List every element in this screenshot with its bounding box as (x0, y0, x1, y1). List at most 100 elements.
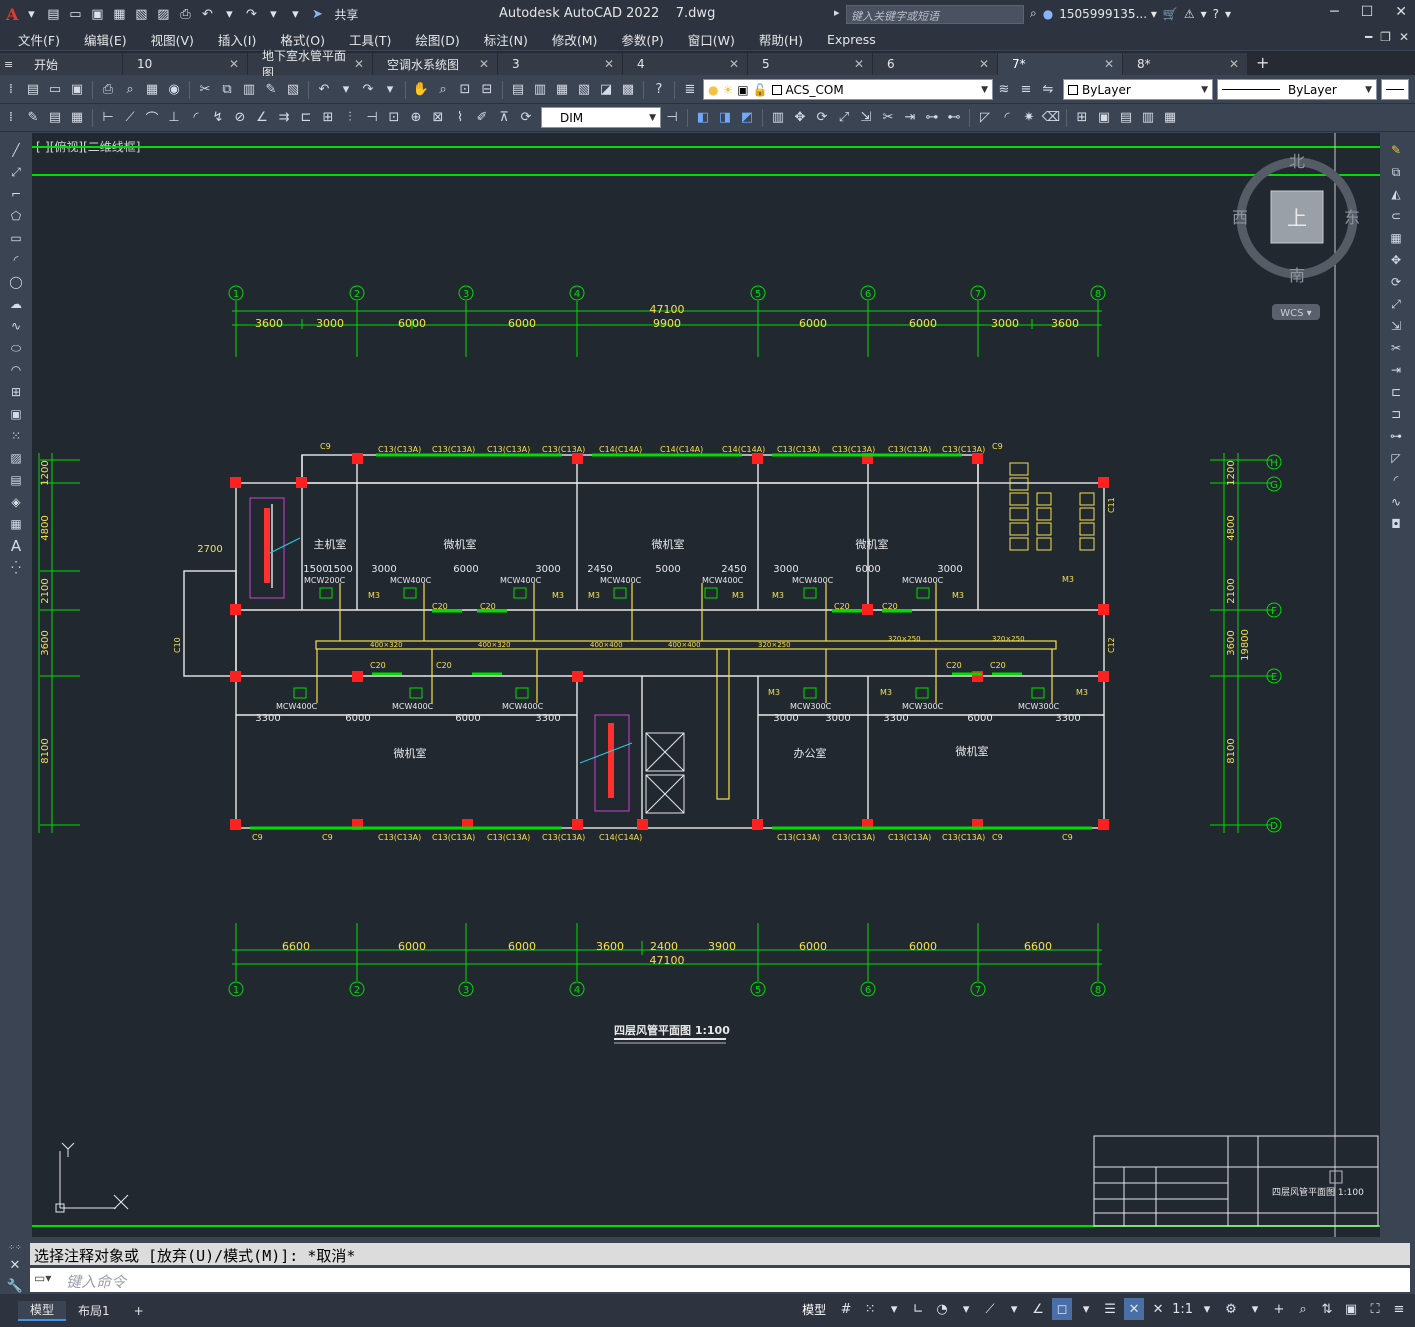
annotation-monitor-icon[interactable]: + (1269, 1298, 1289, 1320)
undo-dropdown-icon[interactable]: ▾ (220, 5, 238, 23)
user-icon[interactable]: ● (1043, 7, 1053, 21)
offset-icon[interactable]: ⊂ (1386, 207, 1406, 225)
copy-icon[interactable]: ⧉ (217, 80, 237, 100)
object-snap-dropdown-icon[interactable]: ▾ (1076, 1298, 1096, 1320)
search-icon[interactable]: ⌕ (1030, 6, 1037, 21)
redo-icon[interactable]: ↷ (358, 80, 378, 100)
blend-icon[interactable]: ∿ (1386, 493, 1406, 511)
gradient-icon[interactable]: ▤ (6, 471, 26, 489)
menu-express[interactable]: Express (827, 32, 876, 47)
undo-dropdown-icon[interactable]: ▾ (336, 80, 356, 100)
customize-qat-icon[interactable]: ▾ (286, 5, 304, 23)
erase-icon[interactable]: ⌫ (1041, 108, 1061, 128)
save-as-icon[interactable]: ▦ (110, 5, 128, 23)
polygon-icon[interactable]: ⬠ (6, 207, 26, 225)
extend-icon[interactable]: ⇥ (900, 108, 920, 128)
toolbar-grip-icon[interactable]: ⁞ (1, 108, 21, 128)
trim-icon[interactable]: ✂ (878, 108, 898, 128)
isodraft-dropdown-icon[interactable]: ▾ (1004, 1298, 1024, 1320)
circle-icon[interactable]: ◯ (6, 273, 26, 291)
erase-icon[interactable]: ✎ (1386, 141, 1406, 159)
viewcube[interactable]: 上 北 南 东 西 WCS ▾ (1232, 152, 1360, 320)
properties-icon[interactable]: ▤ (508, 80, 528, 100)
block-editor-icon[interactable]: ▧ (283, 80, 303, 100)
clean-screen-icon[interactable]: ⛶ (1365, 1298, 1385, 1320)
save-icon[interactable]: ▣ (88, 5, 106, 23)
ordinate-dim-icon[interactable]: ⊥ (164, 108, 184, 128)
fillet-icon[interactable]: ◜ (997, 108, 1017, 128)
tab-basement-water[interactable]: 地下室水管平面图 ✕ (248, 49, 372, 80)
copy-object-icon[interactable]: ◧ (693, 108, 713, 128)
search-arrow-icon[interactable]: ▸ (834, 6, 840, 19)
app-logo[interactable]: A (6, 5, 18, 24)
add-layout-button[interactable]: + (122, 1301, 156, 1321)
pan-icon[interactable]: ✋ (411, 80, 431, 100)
insert-block-icon[interactable]: ⊞ (1072, 108, 1092, 128)
polar-dropdown-icon[interactable]: ▾ (956, 1298, 976, 1320)
tab-3[interactable]: 3 ✕ (498, 53, 622, 75)
minimize-icon[interactable]: ─ (1330, 4, 1338, 20)
new-file-icon[interactable]: ▤ (44, 5, 62, 23)
lineweight-icon[interactable]: ☰ (1100, 1298, 1120, 1320)
units-icon[interactable]: ⌕ (1293, 1298, 1313, 1320)
tab-close-icon[interactable]: ✕ (979, 57, 989, 71)
annotation-scale-dropdown-icon[interactable]: ▾ (1197, 1298, 1217, 1320)
tab-close-icon[interactable]: ✕ (354, 57, 364, 71)
wblock-icon[interactable]: ▤ (1116, 108, 1136, 128)
share-button[interactable]: 共享 (334, 6, 358, 23)
aligned-dim-icon[interactable]: ⟋ (120, 108, 140, 128)
make-block-icon[interactable]: ▣ (6, 405, 26, 423)
undo-icon[interactable]: ↶ (314, 80, 334, 100)
offset-icon[interactable]: ◩ (737, 108, 757, 128)
rectangle-icon[interactable]: ▭ (6, 229, 26, 247)
jogged-linear-icon[interactable]: ⌇ (450, 108, 470, 128)
user-name[interactable]: 1505999135... ▾ (1059, 7, 1157, 21)
array-icon[interactable]: ▥ (768, 108, 788, 128)
layer-properties-icon[interactable]: ≣ (680, 80, 700, 100)
tab-5[interactable]: 5 ✕ (748, 53, 872, 75)
image-icon[interactable]: ▦ (1160, 108, 1180, 128)
menu-dimension[interactable]: 标注(N) (484, 30, 528, 49)
mirror-icon[interactable]: ◭ (1386, 185, 1406, 203)
dim-edit-icon[interactable]: ✐ (472, 108, 492, 128)
close-command-icon[interactable]: ✕ (10, 1258, 21, 1273)
polar-icon[interactable]: ◔ (932, 1298, 952, 1320)
maximize-icon[interactable]: ☐ (1361, 4, 1374, 20)
linetype-dropdown[interactable]: ByLayer ▼ (1217, 79, 1377, 100)
tab-close-icon[interactable]: ✕ (1229, 57, 1239, 71)
edit-text-icon[interactable]: ✎ (23, 108, 43, 128)
markup-icon[interactable]: ◪ (596, 80, 616, 100)
menu-help[interactable]: 帮助(H) (759, 30, 803, 49)
chamfer-icon[interactable]: ◸ (1386, 449, 1406, 467)
drawing-canvas[interactable]: [-][俯视][二维线框] 上 北 南 东 西 WCS ▾ 47100 3600… (32, 133, 1380, 1237)
join-icon[interactable]: ⊶ (1386, 427, 1406, 445)
help-icon[interactable]: ? (649, 80, 669, 100)
diameter-dim-icon[interactable]: ⊘ (230, 108, 250, 128)
grip-icon[interactable]: ⁘⁘ (8, 1243, 21, 1252)
lineweight-dropdown[interactable] (1381, 79, 1409, 100)
revcloud-icon[interactable]: ☁ (6, 295, 26, 313)
quickcalc-icon[interactable]: ▩ (618, 80, 638, 100)
web-open-icon[interactable]: ▧ (132, 5, 150, 23)
dim-update-icon[interactable]: ⟳ (516, 108, 536, 128)
construction-line-icon[interactable]: ⤢ (6, 163, 26, 181)
snap-dropdown-icon[interactable]: ▾ (884, 1298, 904, 1320)
trim-icon[interactable]: ✂ (1386, 339, 1406, 357)
copy-icon[interactable]: ⧉ (1386, 163, 1406, 181)
search-input[interactable]: 键入关键字或短语 (846, 5, 1024, 24)
radius-dim-icon[interactable]: ◜ (186, 108, 206, 128)
tool-palettes-icon[interactable]: ▦ (552, 80, 572, 100)
menu-insert[interactable]: 插入(I) (218, 30, 256, 49)
break-icon[interactable]: ⊐ (1386, 405, 1406, 423)
mirror-icon[interactable]: ◨ (715, 108, 735, 128)
center-mark-icon[interactable]: ⊕ (406, 108, 426, 128)
cut-icon[interactable]: ✂ (195, 80, 215, 100)
3d-print-icon[interactable]: ◉ (164, 80, 184, 100)
menu-draw[interactable]: 绘图(D) (415, 30, 459, 49)
tab-close-icon[interactable]: ✕ (479, 57, 489, 71)
rotate-icon[interactable]: ⟳ (1386, 273, 1406, 291)
help-icon[interactable]: ? (1213, 7, 1219, 21)
ortho-icon[interactable]: ∟ (908, 1298, 928, 1320)
table-icon[interactable]: ▦ (6, 515, 26, 533)
zoom-window-icon[interactable]: ⊡ (455, 80, 475, 100)
